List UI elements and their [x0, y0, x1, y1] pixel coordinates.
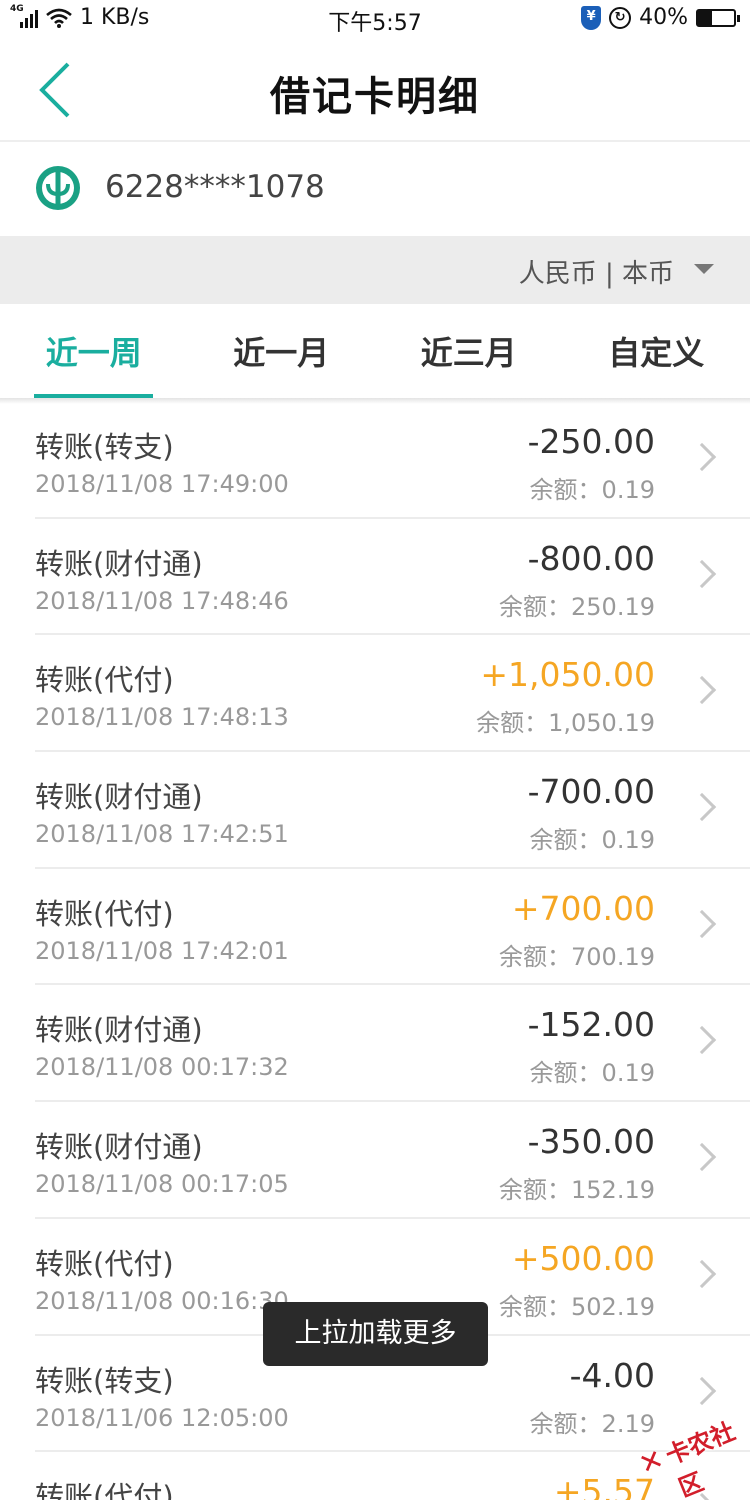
transaction-balance: 余额：0.19 — [529, 476, 655, 504]
transaction-amount: -700.00 — [527, 772, 655, 812]
transaction-balance: 余额：0.19 — [529, 1059, 655, 1088]
transaction-balance: 余额：502.19 — [499, 1292, 655, 1321]
transaction-amount: +1,050.00 — [480, 655, 655, 695]
transaction-amount: -152.00 — [527, 1005, 655, 1045]
transaction-time: 2018/11/08 17:48:46 — [35, 586, 289, 615]
transaction-amount: -800.00 — [527, 538, 655, 578]
transaction-row[interactable]: 转账(转支) 2018/11/08 17:49:00 -250.00 余额：0.19 — [0, 402, 750, 519]
header: 借记卡明细 — [0, 38, 750, 142]
rotation-lock-icon: ↻ — [609, 6, 632, 29]
chevron-right-icon — [687, 442, 717, 472]
transaction-amount: -350.00 — [527, 1122, 655, 1162]
transaction-row[interactable]: 转账(代付) 2018/11/08 17:42:01 +700.00 余额：700.1… — [0, 869, 750, 986]
transaction-amount: -250.00 — [527, 422, 655, 461]
currency-selector[interactable]: 人民币 | 本币 — [0, 236, 750, 304]
chevron-right-icon — [687, 909, 717, 938]
page-title: 借记卡明细 — [270, 74, 480, 120]
status-bar: 4G 1 KB/s 下午5:57 ¥ ↻ 40% — [0, 0, 750, 38]
transaction-type: 转账(代付) — [35, 663, 174, 698]
bank-logo-icon — [36, 166, 80, 210]
transaction-balance: 余额：0.19 — [529, 826, 655, 855]
chevron-right-icon — [687, 1259, 717, 1288]
transaction-amount: +700.00 — [511, 888, 655, 928]
battery-icon — [696, 8, 740, 27]
chevron-right-icon — [687, 1026, 717, 1055]
transaction-row[interactable]: 转账(财付通) 2018/11/08 00:17:05 -350.00 余额：152.… — [0, 1102, 750, 1219]
caret-down-icon — [694, 264, 714, 274]
transaction-type: 转账(财付通) — [35, 1130, 203, 1165]
transaction-type: 转账(转支) — [35, 1363, 174, 1398]
transaction-time: 2018/11/08 00:17:32 — [35, 1053, 289, 1082]
transaction-type: 转账(代付) — [35, 1480, 174, 1500]
chevron-right-icon — [687, 559, 717, 588]
transaction-row[interactable]: 转账(财付通) 2018/11/08 17:48:46 -800.00 余额：250.… — [0, 519, 750, 636]
transaction-balance: 余额：1,050.19 — [476, 709, 655, 738]
transaction-balance: 余额：152.19 — [499, 1176, 655, 1205]
transaction-time: 2018/11/08 17:42:01 — [35, 936, 289, 965]
tab-0[interactable]: 近一周 — [0, 304, 188, 398]
transaction-type: 转账(代付) — [35, 896, 174, 931]
load-more-toast: 上拉加载更多 — [263, 1302, 488, 1366]
transaction-row[interactable]: 转账(代付) 2018/11/08 17:48:13 +1,050.00 余额：1,0… — [0, 635, 750, 752]
tab-1[interactable]: 近一月 — [188, 304, 376, 398]
transaction-time: 2018/11/08 00:17:05 — [35, 1170, 289, 1199]
transaction-time: 2018/11/06 12:05:00 — [35, 1403, 289, 1432]
transaction-type: 转账(财付通) — [35, 780, 203, 815]
card-info-row: 6228****1078 — [0, 143, 750, 236]
transaction-amount: -4.00 — [569, 1355, 655, 1395]
transaction-time: 2018/11/08 17:49:00 — [35, 470, 289, 498]
transaction-balance: 余额：700.19 — [499, 942, 655, 971]
chevron-right-icon — [687, 1142, 717, 1172]
tab-2[interactable]: 近三月 — [375, 304, 563, 398]
transaction-amount: +5.57 — [553, 1472, 655, 1500]
transaction-row[interactable]: 转账(财付通) 2018/11/08 17:42:51 -700.00 余额：0.19 — [0, 752, 750, 869]
chevron-right-icon — [687, 676, 717, 705]
period-tabs: 近一周 近一月 近三月 自定义 — [0, 304, 750, 398]
currency-label: 人民币 | 本币 — [518, 259, 674, 289]
transaction-time: 2018/11/08 17:48:13 — [35, 703, 289, 732]
battery-fill — [698, 10, 713, 25]
transaction-type: 转账(财付通) — [35, 1013, 203, 1048]
transaction-type: 转账(代付) — [35, 1246, 174, 1281]
transaction-time: 2018/11/08 00:16:30 — [35, 1286, 289, 1315]
tab-3[interactable]: 自定义 — [563, 304, 750, 398]
battery-percent: 40% — [639, 5, 688, 30]
screen: 4G 1 KB/s 下午5:57 ¥ ↻ 40% 借记卡明细 6228****1… — [0, 0, 750, 1500]
status-right: ¥ ↻ 40% — [581, 5, 740, 30]
transaction-time: 2018/11/08 17:42:51 — [35, 820, 289, 849]
transaction-balance: 余额：250.19 — [499, 592, 655, 621]
transaction-amount: +500.00 — [511, 1238, 655, 1278]
transaction-type: 转账(财付通) — [35, 546, 203, 581]
transaction-row[interactable]: 转账(财付通) 2018/11/08 00:17:32 -152.00 余额：0.19 — [0, 985, 750, 1102]
transaction-type: 转账(转支) — [35, 430, 174, 464]
card-number: 6228****1078 — [105, 169, 325, 205]
chevron-right-icon — [687, 792, 717, 822]
bank-shield-icon: ¥ — [581, 5, 602, 30]
